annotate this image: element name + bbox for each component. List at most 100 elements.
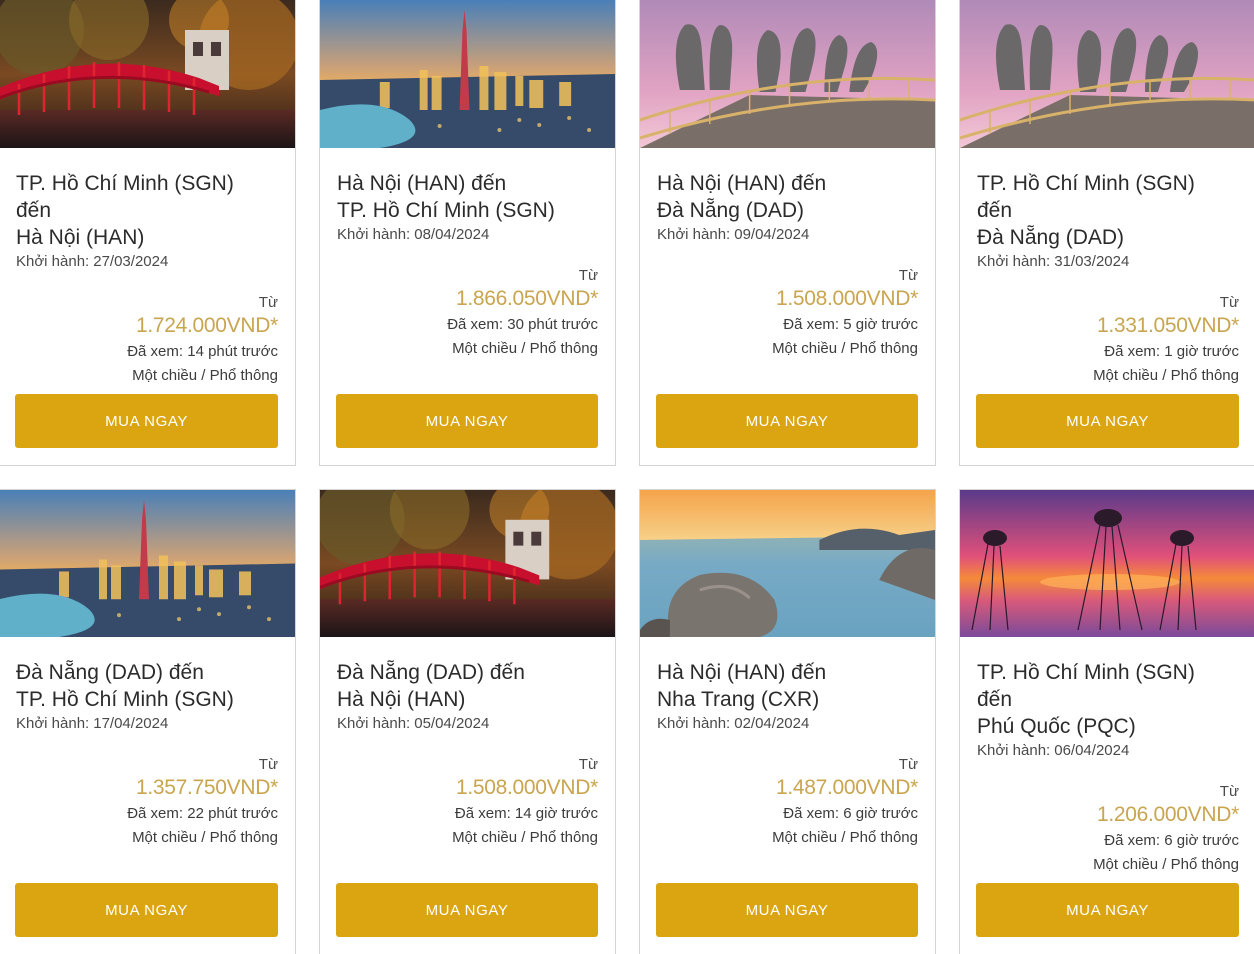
price-block: Từ 1.487.000VND* Đã xem: 6 giờ trước Một…: [657, 756, 918, 850]
fare-type: Một chiều / Phổ thông: [132, 829, 278, 846]
price-block: Từ 1.508.000VND* Đã xem: 14 giờ trước Mộ…: [337, 756, 598, 850]
viewed-time: Đã xem: 22 phút trước: [127, 805, 278, 822]
departure-date: 31/03/2024: [1054, 253, 1130, 270]
buy-now-button[interactable]: MUA NGAY: [976, 394, 1239, 448]
fare-type: Một chiều / Phổ thông: [772, 829, 918, 846]
deal-body: Đà Nẵng (DAD) đến Hà Nội (HAN) Khởi hành:…: [320, 659, 615, 850]
route-title[interactable]: Hà Nội (HAN) đến Nha Trang (CXR): [657, 659, 918, 713]
buy-now-button[interactable]: MUA NGAY: [15, 394, 278, 448]
departure-label: Khởi hành:: [16, 715, 90, 732]
viewed-time: Đã xem: 14 phút trước: [127, 343, 278, 360]
departure-label: Khởi hành:: [337, 226, 411, 243]
departure-date: 06/04/2024: [1054, 742, 1130, 759]
route-line: Phú Quốc (PQC): [977, 715, 1136, 738]
route-title[interactable]: TP. Hồ Chí Minh (SGN) đến Hà Nội (HAN): [16, 170, 278, 251]
fare-type: Một chiều / Phổ thông: [132, 367, 278, 384]
price-block: Từ 1.357.750VND* Đã xem: 22 phút trước M…: [16, 756, 278, 850]
departure-label: Khởi hành:: [657, 226, 731, 243]
price-value: 1.724.000VND*: [135, 314, 278, 337]
destination-image[interactable]: [960, 0, 1254, 148]
route-line: Đà Nẵng (DAD) đến: [16, 661, 204, 684]
departure-info: Khởi hành: 09/04/2024: [657, 225, 918, 245]
price-from-label: Từ: [578, 756, 598, 773]
deal-card[interactable]: Đà Nẵng (DAD) đến TP. Hồ Chí Minh (SGN) K…: [0, 489, 296, 954]
destination-image[interactable]: [0, 490, 295, 637]
route-title[interactable]: Đà Nẵng (DAD) đến TP. Hồ Chí Minh (SGN): [16, 659, 278, 713]
price-from-label: Từ: [898, 267, 918, 284]
departure-info: Khởi hành: 17/04/2024: [16, 714, 278, 734]
route-title[interactable]: TP. Hồ Chí Minh (SGN) đến Phú Quốc (PQC): [977, 659, 1239, 740]
viewed-time: Đã xem: 14 giờ trước: [454, 805, 598, 822]
route-line: Nha Trang (CXR): [657, 688, 820, 711]
destination-image[interactable]: [0, 0, 295, 148]
departure-date: 08/04/2024: [414, 226, 490, 243]
route-title[interactable]: Hà Nội (HAN) đến Đà Nẵng (DAD): [657, 170, 918, 224]
departure-date: 09/04/2024: [734, 226, 810, 243]
deal-card[interactable]: Hà Nội (HAN) đến Đà Nẵng (DAD) Khởi hành:…: [639, 0, 936, 466]
deal-body: Hà Nội (HAN) đến Nha Trang (CXR) Khởi hàn…: [640, 659, 935, 850]
buy-now-button[interactable]: MUA NGAY: [336, 394, 598, 448]
deal-body: Hà Nội (HAN) đến TP. Hồ Chí Minh (SGN) Kh…: [320, 170, 615, 361]
viewed-time: Đã xem: 6 giờ trước: [1104, 832, 1239, 849]
buy-now-button[interactable]: MUA NGAY: [656, 883, 918, 937]
buy-now-button[interactable]: MUA NGAY: [336, 883, 598, 937]
price-block: Từ 1.724.000VND* Đã xem: 14 phút trước M…: [16, 294, 278, 388]
buy-now-button[interactable]: MUA NGAY: [656, 394, 918, 448]
fare-type: Một chiều / Phổ thông: [1093, 856, 1239, 873]
departure-label: Khởi hành:: [337, 715, 411, 732]
deal-body: TP. Hồ Chí Minh (SGN) đến Phú Quốc (PQC) K…: [960, 659, 1254, 877]
price-value: 1.508.000VND*: [775, 287, 918, 310]
deal-card[interactable]: TP. Hồ Chí Minh (SGN) đến Hà Nội (HAN) Khở…: [0, 0, 296, 466]
flight-deals-grid: TP. Hồ Chí Minh (SGN) đến Hà Nội (HAN) Khở…: [0, 0, 1254, 954]
route-line: đến: [977, 199, 1013, 222]
departure-info: Khởi hành: 02/04/2024: [657, 714, 918, 734]
route-title[interactable]: Hà Nội (HAN) đến TP. Hồ Chí Minh (SGN): [337, 170, 598, 224]
price-value: 1.206.000VND*: [1096, 803, 1239, 826]
price-value: 1.487.000VND*: [775, 776, 918, 799]
viewed-time: Đã xem: 6 giờ trước: [783, 805, 918, 822]
price-value: 1.357.750VND*: [135, 776, 278, 799]
buy-now-button[interactable]: MUA NGAY: [976, 883, 1239, 937]
buy-now-button[interactable]: MUA NGAY: [15, 883, 278, 937]
price-from-label: Từ: [1219, 294, 1239, 311]
destination-image[interactable]: [640, 0, 935, 148]
price-block: Từ 1.206.000VND* Đã xem: 6 giờ trước Một…: [977, 783, 1239, 877]
price-block: Từ 1.508.000VND* Đã xem: 5 giờ trước Một…: [657, 267, 918, 361]
deal-body: Hà Nội (HAN) đến Đà Nẵng (DAD) Khởi hành:…: [640, 170, 935, 361]
deal-body: TP. Hồ Chí Minh (SGN) đến Hà Nội (HAN) Khở…: [0, 170, 295, 388]
deal-card[interactable]: Hà Nội (HAN) đến TP. Hồ Chí Minh (SGN) Kh…: [319, 0, 616, 466]
route-line: Hà Nội (HAN) đến: [657, 172, 827, 195]
route-line: Đà Nẵng (DAD) đến: [337, 661, 525, 684]
departure-info: Khởi hành: 06/04/2024: [977, 741, 1239, 761]
departure-date: 27/03/2024: [93, 253, 169, 270]
viewed-time: Đã xem: 30 phút trước: [447, 316, 598, 333]
fare-type: Một chiều / Phổ thông: [772, 340, 918, 357]
route-title[interactable]: TP. Hồ Chí Minh (SGN) đến Đà Nẵng (DAD): [977, 170, 1239, 251]
deal-card[interactable]: TP. Hồ Chí Minh (SGN) đến Phú Quốc (PQC) K…: [959, 489, 1254, 954]
departure-label: Khởi hành:: [657, 715, 731, 732]
departure-label: Khởi hành:: [977, 253, 1051, 270]
fare-type: Một chiều / Phổ thông: [452, 340, 598, 357]
deal-body: TP. Hồ Chí Minh (SGN) đến Đà Nẵng (DAD) Kh…: [960, 170, 1254, 388]
departure-label: Khởi hành:: [977, 742, 1051, 759]
deal-card[interactable]: TP. Hồ Chí Minh (SGN) đến Đà Nẵng (DAD) Kh…: [959, 0, 1254, 466]
departure-info: Khởi hành: 31/03/2024: [977, 252, 1239, 272]
departure-info: Khởi hành: 05/04/2024: [337, 714, 598, 734]
route-line: TP. Hồ Chí Minh (SGN): [977, 172, 1195, 195]
destination-image[interactable]: [960, 490, 1254, 637]
deal-card[interactable]: Đà Nẵng (DAD) đến Hà Nội (HAN) Khởi hành:…: [319, 489, 616, 954]
route-line: TP. Hồ Chí Minh (SGN): [337, 199, 555, 222]
departure-date: 05/04/2024: [414, 715, 490, 732]
destination-image[interactable]: [320, 490, 615, 637]
price-block: Từ 1.331.050VND* Đã xem: 1 giờ trước Một…: [977, 294, 1239, 388]
price-from-label: Từ: [578, 267, 598, 284]
fare-type: Một chiều / Phổ thông: [1093, 367, 1239, 384]
viewed-time: Đã xem: 5 giờ trước: [783, 316, 918, 333]
deal-card[interactable]: Hà Nội (HAN) đến Nha Trang (CXR) Khởi hàn…: [639, 489, 936, 954]
route-line: Hà Nội (HAN): [16, 226, 145, 249]
destination-image[interactable]: [320, 0, 615, 148]
price-value: 1.508.000VND*: [455, 776, 598, 799]
price-from-label: Từ: [1219, 783, 1239, 800]
route-title[interactable]: Đà Nẵng (DAD) đến Hà Nội (HAN): [337, 659, 598, 713]
destination-image[interactable]: [640, 490, 935, 637]
